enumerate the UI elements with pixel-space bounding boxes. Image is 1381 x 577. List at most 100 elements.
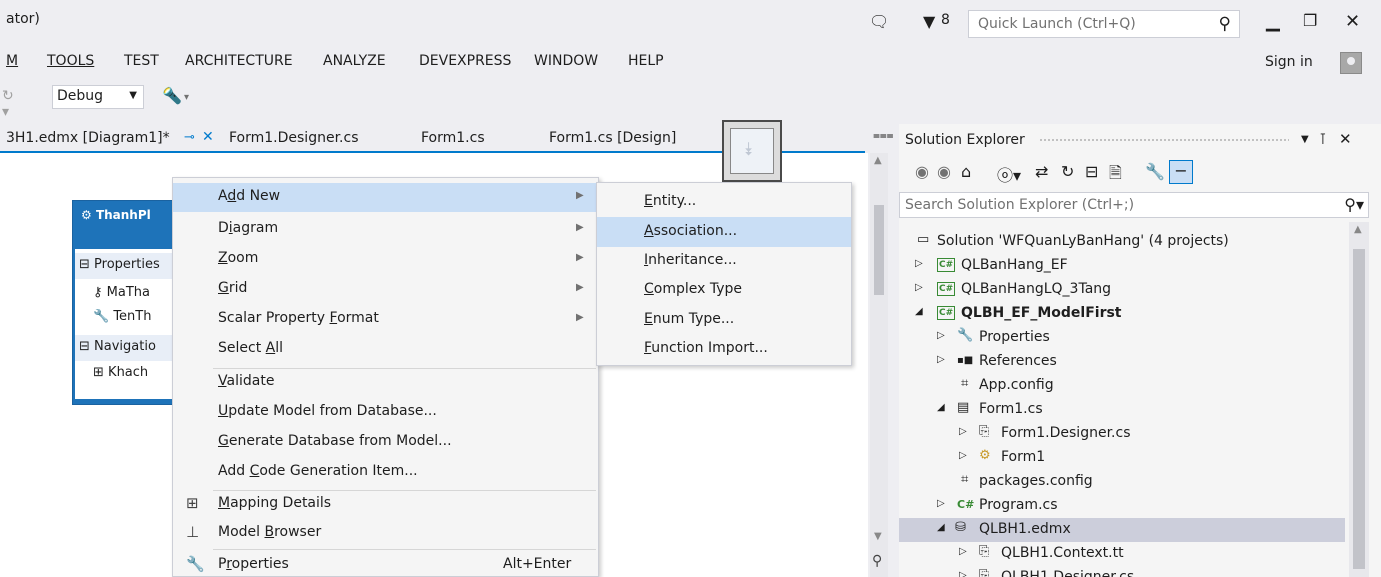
properties-section[interactable]: ⊟ Properties — [75, 253, 181, 279]
tree-item-startup-project[interactable]: ◢ C# QLBH_EF_ModelFirst — [899, 302, 1345, 326]
tab-form1-designer[interactable]: Form1.Designer.cs — [229, 130, 359, 146]
tree-item-form1-class[interactable]: ▷ ⚙ Form1 — [899, 446, 1345, 470]
redo-icon[interactable]: ↻ ▾ — [2, 88, 14, 120]
tree-item-app-config[interactable]: ⌗ App.config — [899, 374, 1345, 398]
expand-arrow-icon[interactable]: ▷ — [959, 426, 967, 437]
wrench-icon: 🔧 — [93, 309, 110, 324]
tree-item-project[interactable]: ▷ C# QLBanHang_EF — [899, 254, 1345, 278]
tree-item-references[interactable]: ▷ ▪■ References — [899, 350, 1345, 374]
expand-arrow-icon[interactable]: ▷ — [959, 546, 967, 557]
dock-guide[interactable]: ⯯ — [722, 120, 782, 182]
scroll-thumb[interactable] — [874, 205, 884, 295]
tree-item-form1-designer[interactable]: ▷ ⎘ Form1.Designer.cs — [899, 422, 1345, 446]
close-button[interactable]: ✕ — [1345, 11, 1360, 32]
tab-form1-cs[interactable]: Form1.cs — [421, 130, 485, 146]
menu-item-add-code-generation[interactable]: Add Code Generation Item... — [173, 458, 598, 487]
menu-item-grid[interactable]: Grid ▶ — [173, 275, 598, 304]
tab-form1-design[interactable]: Form1.cs [Design] — [549, 130, 676, 146]
menu-item-generate-database[interactable]: Generate Database from Model... — [173, 428, 598, 457]
tree-item-solution[interactable]: ▭ Solution 'WFQuanLyBanHang' (4 projects… — [899, 230, 1345, 254]
close-tab-icon[interactable]: ✕ — [202, 129, 214, 145]
menu-devexpress[interactable]: DEVEXPRESS — [419, 53, 511, 69]
tree-item-packages-config[interactable]: ⌗ packages.config — [899, 470, 1345, 494]
forward-icon[interactable]: ◉ — [937, 162, 951, 181]
menu-analyze[interactable]: ANALYZE — [323, 53, 386, 69]
sign-in-link[interactable]: Sign in — [1265, 54, 1313, 70]
show-all-files-icon[interactable]: 🗎 — [1109, 162, 1122, 189]
expand-arrow-icon[interactable]: ▷ — [937, 330, 945, 341]
expand-arrow-icon[interactable]: ▷ — [937, 354, 945, 365]
refresh-icon[interactable]: ↻ — [1061, 162, 1074, 181]
solution-explorer-search[interactable]: Search Solution Explorer (Ctrl+;) ⚲▾ — [899, 192, 1369, 218]
pending-changes-icon[interactable]: ⓞ▾ — [997, 162, 1021, 186]
scroll-up-icon[interactable]: ▲ — [1354, 224, 1362, 235]
minimize-button[interactable]: ▁ — [1266, 11, 1280, 32]
submenu-item-function-import[interactable]: Function Import... — [597, 334, 851, 364]
submenu-item-association[interactable]: Association... — [597, 217, 851, 247]
home-icon[interactable]: ⌂ — [961, 162, 971, 181]
sync-icon[interactable]: ⇄ — [1035, 162, 1048, 181]
menu-help[interactable]: HELP — [628, 53, 664, 69]
pin-icon[interactable]: ⊸ — [184, 130, 195, 145]
menu-tools[interactable]: TOOLS — [47, 53, 94, 69]
close-icon[interactable]: ✕ — [1339, 130, 1352, 148]
expand-arrow-icon[interactable]: ▷ — [937, 498, 945, 509]
tree-item-context-tt[interactable]: ▷ ⎘ QLBH1.Context.tt — [899, 542, 1345, 566]
feedback-icon[interactable]: 🗨 — [869, 12, 889, 31]
tab-overflow-icon[interactable]: ⩶ — [873, 128, 894, 143]
collapse-all-icon[interactable]: ⊟ — [1085, 162, 1098, 181]
tree-item-edmx[interactable]: ◢ ⛁ QLBH1.edmx — [899, 518, 1345, 542]
expand-arrow-icon[interactable]: ▷ — [959, 450, 967, 461]
scroll-thumb[interactable] — [1353, 249, 1365, 569]
menu-test[interactable]: TEST — [124, 53, 159, 69]
notification-flag-icon[interactable]: ▼ — [923, 12, 935, 31]
menu-item-add-new[interactable]: Add New ▶ — [173, 183, 598, 212]
menu-item-model-browser[interactable]: ⊥ Model Browser — [173, 519, 598, 548]
entity-shape[interactable]: ⚙ ThanhPl ⊟ Properties ⚷ MaTha 🔧 TenTh ⊟… — [72, 200, 182, 405]
tree-item-project[interactable]: ▷ C# QLBanHangLQ_3Tang — [899, 278, 1345, 302]
collapse-arrow-icon[interactable]: ◢ — [937, 522, 945, 533]
scroll-down-icon[interactable]: ▼ — [874, 531, 882, 542]
tree-item-program-cs[interactable]: ▷ C# Program.cs — [899, 494, 1345, 518]
preview-selected-items-icon[interactable]: − — [1169, 160, 1193, 184]
find-in-files-icon[interactable]: 🔦 — [162, 86, 182, 105]
toolbar-overflow-icon[interactable]: ▾ — [184, 92, 189, 103]
quick-launch-input[interactable]: Quick Launch (Ctrl+Q) ⚲ — [968, 10, 1240, 38]
notification-count[interactable]: 8 — [941, 12, 950, 28]
menu-item-update-model[interactable]: Update Model from Database... — [173, 398, 598, 427]
menu-item-diagram[interactable]: Diagram ▶ — [173, 215, 598, 244]
expand-arrow-icon[interactable]: ▷ — [915, 258, 923, 269]
menu-item-scalar-property-format[interactable]: Scalar Property Format ▶ — [173, 305, 598, 334]
collapse-arrow-icon[interactable]: ◢ — [915, 306, 923, 317]
submenu-item-inheritance[interactable]: Inheritance... — [597, 246, 851, 276]
avatar[interactable] — [1340, 52, 1362, 74]
properties-wrench-icon[interactable]: 🔧 — [1145, 162, 1165, 181]
menu-window[interactable]: WINDOW — [534, 53, 598, 69]
tree-item-designer-cs[interactable]: ▷ ⎘ QLBH1.Designer.cs — [899, 566, 1345, 577]
tab-diagram[interactable]: 3H1.edmx [Diagram1]* ⊸ ✕ — [0, 126, 220, 152]
csharp-project-icon: C# — [937, 282, 956, 296]
submenu-item-complex-type[interactable]: Complex Type — [597, 275, 851, 305]
menu-item-zoom[interactable]: Zoom ▶ — [173, 245, 598, 274]
back-icon[interactable]: ◉ — [915, 162, 929, 181]
expand-arrow-icon[interactable]: ▷ — [959, 570, 967, 577]
tree-item-properties[interactable]: ▷ 🔧 Properties — [899, 326, 1345, 350]
expand-arrow-icon[interactable]: ▷ — [915, 282, 923, 293]
menu-team[interactable]: M — [6, 53, 18, 69]
restore-button[interactable]: ❐ — [1303, 11, 1317, 30]
submenu-item-enum-type[interactable]: Enum Type... — [597, 305, 851, 335]
menu-item-validate[interactable]: Validate — [173, 368, 598, 397]
panel-dropdown-icon[interactable]: ▼ — [1301, 134, 1309, 145]
submenu-item-entity[interactable]: Entity... — [597, 187, 851, 217]
menu-item-properties[interactable]: 🔧 Properties Alt+Enter — [173, 551, 598, 577]
menu-item-mapping-details[interactable]: ⊞ Mapping Details — [173, 490, 598, 519]
collapse-arrow-icon[interactable]: ◢ — [937, 402, 945, 413]
scroll-up-icon[interactable]: ▲ — [874, 155, 882, 166]
tree-item-form1-cs[interactable]: ◢ ▤ Form1.cs — [899, 398, 1345, 422]
configuration-dropdown[interactable]: Debug ▼ — [52, 85, 144, 109]
menu-item-select-all[interactable]: Select All — [173, 335, 598, 364]
zoom-icon[interactable]: ⚲ — [872, 553, 882, 569]
navigation-section[interactable]: ⊟ Navigatio — [75, 335, 181, 361]
pin-icon[interactable]: ⊺ — [1319, 130, 1327, 148]
menu-architecture[interactable]: ARCHITECTURE — [185, 53, 293, 69]
